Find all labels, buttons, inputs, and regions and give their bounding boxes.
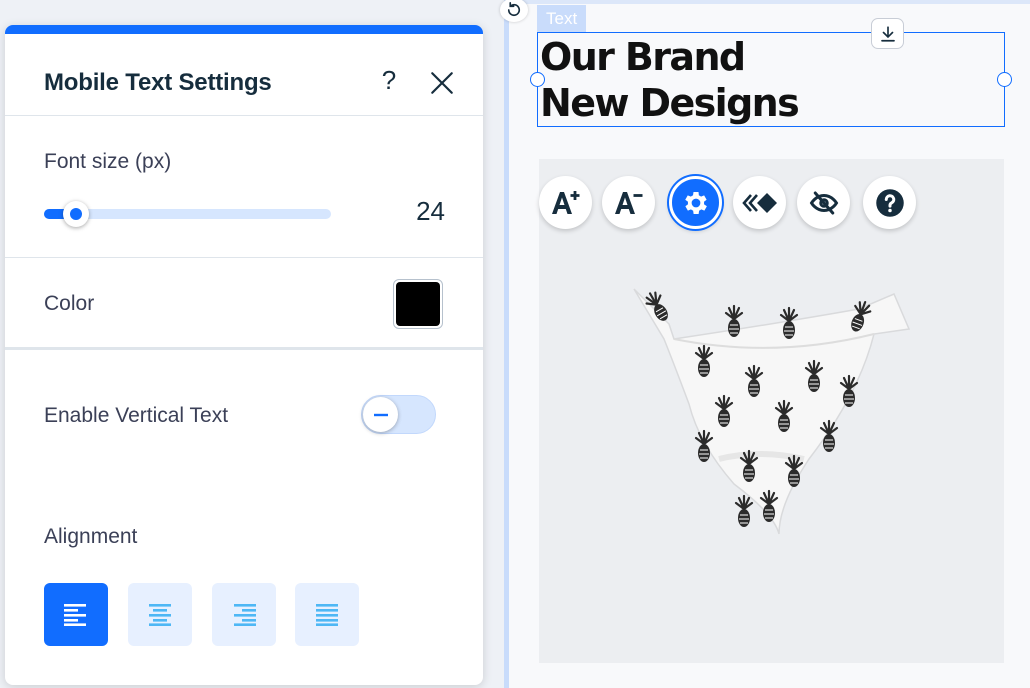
increase-font-icon [551,190,579,214]
mobile-text-settings-panel: Mobile Text Settings ? Font size (px) 24… [5,25,483,685]
gear-icon [684,191,707,214]
element-type-tag: Text [537,5,587,32]
panel-accent-bar [5,25,483,34]
resize-handle-right[interactable] [997,72,1012,87]
font-size-slider-handle[interactable] [62,201,89,227]
toggle-off-icon [373,413,388,416]
vertical-text-toggle[interactable] [361,395,436,434]
font-size-section: Font size (px) 24 [5,116,483,258]
rotate-icon [507,2,521,17]
animation-button[interactable] [733,176,786,229]
decrease-font-size-button[interactable] [602,176,655,229]
color-section: Color [5,258,483,350]
resize-handle-left[interactable] [530,72,545,87]
help-button[interactable] [863,176,916,229]
toggle-knob [363,397,398,432]
panel-help-button[interactable]: ? [377,64,401,96]
color-picker-swatch[interactable] [393,279,443,329]
eye-slash-icon [809,191,838,214]
heading-line-2: New Designs [540,81,800,125]
bandana-product-image [633,288,911,535]
vertical-text-label: Enable Vertical Text [44,404,229,427]
align-right-button[interactable] [212,583,276,646]
align-center-button[interactable] [128,583,192,646]
align-center-icon [149,603,171,626]
font-size-label: Font size (px) [44,150,172,173]
settings-button[interactable] [669,176,722,229]
floating-toolbar [539,176,1004,230]
question-icon [875,188,904,217]
increase-font-size-button[interactable] [539,176,592,229]
layout-section: Enable Vertical Text Alignment [5,350,483,685]
close-icon[interactable] [429,70,455,96]
alignment-label: Alignment [44,525,138,548]
panel-header: Mobile Text Settings ? [5,34,483,116]
color-label: Color [44,292,95,315]
font-size-slider[interactable] [44,201,331,227]
align-left-icon [64,603,86,626]
download-icon [880,25,895,42]
animation-icon [741,192,777,213]
heading-line-1: Our Brand [540,35,746,79]
selected-text-element[interactable]: Our Brand New Designs [530,18,1012,127]
panel-title: Mobile Text Settings [44,69,272,96]
color-swatch-fill [396,282,440,326]
align-left-button[interactable] [44,583,108,646]
justify-button[interactable] [295,583,359,646]
decrease-font-icon [614,191,642,214]
align-right-icon [234,603,256,626]
download-button[interactable] [871,18,904,49]
align-justify-icon [316,603,338,626]
hide-button[interactable] [797,176,850,229]
font-size-value[interactable]: 24 [385,196,445,227]
image-element[interactable] [539,159,1004,663]
canvas-heading: Our Brand New Designs [540,34,800,126]
